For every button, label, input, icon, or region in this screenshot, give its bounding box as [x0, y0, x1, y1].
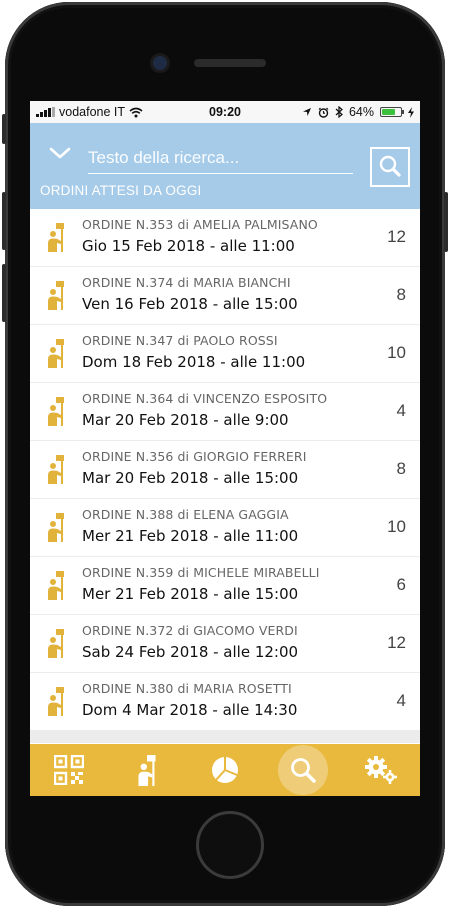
order-title: ORDINE N.364 di VINCENZO ESPOSITO — [82, 391, 328, 406]
tab-statistics[interactable] — [199, 744, 251, 796]
delivery-person-icon — [48, 629, 64, 658]
order-item[interactable]: ORDINE N.356 di GIORGIO FERRERI Mar 20 F… — [30, 441, 420, 498]
order-item[interactable]: ORDINE N.372 di GIACOMO VERDI Sab 24 Feb… — [30, 615, 420, 672]
order-quantity: 8 — [396, 285, 406, 304]
delivery-person-icon — [48, 397, 64, 426]
chevron-down-icon[interactable] — [48, 143, 72, 163]
order-item[interactable]: ORDINE N.374 di MARIA BIANCHI Ven 16 Feb… — [30, 267, 420, 324]
home-button[interactable] — [196, 811, 264, 879]
volume-down-button — [2, 264, 6, 322]
qr-code-icon — [54, 755, 84, 785]
order-title: ORDINE N.372 di GIACOMO VERDI — [82, 623, 298, 638]
order-date: Mer 21 Feb 2018 - alle 11:00 — [82, 527, 299, 545]
order-item[interactable]: ORDINE N.388 di ELENA GAGGIA Mer 21 Feb … — [30, 499, 420, 556]
earpiece-speaker — [194, 59, 266, 67]
order-quantity: 4 — [396, 691, 406, 710]
charging-icon — [408, 106, 414, 118]
order-quantity: 10 — [387, 517, 406, 536]
order-item[interactable]: ORDINE N.353 di AMELIA PALMISANO Gio 15 … — [30, 209, 420, 266]
order-quantity: 4 — [396, 401, 406, 420]
order-title: ORDINE N.388 di ELENA GAGGIA — [82, 507, 289, 522]
order-date: Dom 18 Feb 2018 - alle 11:00 — [82, 353, 306, 371]
order-title: ORDINE N.374 di MARIA BIANCHI — [82, 275, 291, 290]
bottom-tab-bar — [30, 744, 420, 796]
delivery-person-icon — [48, 281, 64, 310]
order-item[interactable]: ORDINE N.359 di MICHELE MIRABELLI Mer 21… — [30, 557, 420, 614]
delivery-person-icon — [48, 455, 64, 484]
mute-switch — [2, 114, 6, 144]
order-date: Gio 15 Feb 2018 - alle 11:00 — [82, 237, 295, 255]
front-camera — [153, 56, 167, 70]
battery-icon — [380, 107, 404, 117]
order-date: Dom 4 Mar 2018 - alle 14:30 — [82, 701, 298, 719]
order-quantity: 6 — [396, 575, 406, 594]
order-quantity: 8 — [396, 459, 406, 478]
order-item[interactable]: ORDINE N.364 di VINCENZO ESPOSITO Mar 20… — [30, 383, 420, 440]
order-title: ORDINE N.359 di MICHELE MIRABELLI — [82, 565, 320, 580]
tab-deliveries[interactable] — [121, 744, 173, 796]
tab-search[interactable] — [277, 744, 329, 796]
order-title: ORDINE N.356 di GIORGIO FERRERI — [82, 449, 307, 464]
order-date: Mar 20 Feb 2018 - alle 15:00 — [82, 469, 299, 487]
delivery-person-icon — [48, 339, 64, 368]
search-icon — [291, 758, 316, 783]
volume-up-button — [2, 192, 6, 250]
order-date: Mar 20 Feb 2018 - alle 9:00 — [82, 411, 289, 429]
order-quantity: 12 — [387, 633, 406, 652]
order-date: Sab 24 Feb 2018 - alle 12:00 — [82, 643, 299, 661]
status-bar: vodafone IT 09:20 64% — [30, 101, 420, 123]
search-button[interactable] — [370, 147, 410, 187]
order-quantity: 10 — [387, 343, 406, 362]
delivery-person-icon — [48, 223, 64, 252]
location-icon — [302, 108, 311, 116]
order-list: ORDINE N.353 di AMELIA PALMISANO Gio 15 … — [30, 209, 420, 743]
delivery-person-icon — [48, 687, 64, 716]
order-title: ORDINE N.347 di PAOLO ROSSI — [82, 333, 278, 348]
delivery-person-icon — [138, 755, 156, 786]
tab-qr-code[interactable] — [43, 744, 95, 796]
order-date: Ven 16 Feb 2018 - alle 15:00 — [82, 295, 298, 313]
tab-settings[interactable] — [355, 744, 407, 796]
section-title: ORDINI ATTESI DA OGGI — [40, 183, 202, 198]
order-date: Mer 21 Feb 2018 - alle 15:00 — [82, 585, 299, 603]
bluetooth-icon — [335, 106, 343, 118]
pie-chart-icon — [212, 757, 238, 783]
alarm-icon — [318, 107, 329, 118]
order-item[interactable]: ORDINE N.347 di PAOLO ROSSI Dom 18 Feb 2… — [30, 325, 420, 382]
order-title: ORDINE N.380 di MARIA ROSETTI — [82, 681, 292, 696]
search-header: ORDINI ATTESI DA OGGI — [30, 123, 420, 209]
settings-icon — [365, 756, 397, 784]
delivery-person-icon — [48, 571, 64, 600]
search-icon — [379, 155, 401, 177]
delivery-person-icon — [48, 513, 64, 542]
battery-percent: 64% — [348, 105, 374, 119]
order-item[interactable]: ORDINE N.380 di MARIA ROSETTI Dom 4 Mar … — [30, 673, 420, 730]
order-quantity: 12 — [387, 227, 406, 246]
order-title: ORDINE N.353 di AMELIA PALMISANO — [82, 217, 318, 232]
app-screen: vodafone IT 09:20 64% OR — [30, 101, 420, 796]
power-button — [444, 192, 448, 252]
search-input[interactable] — [88, 143, 353, 174]
